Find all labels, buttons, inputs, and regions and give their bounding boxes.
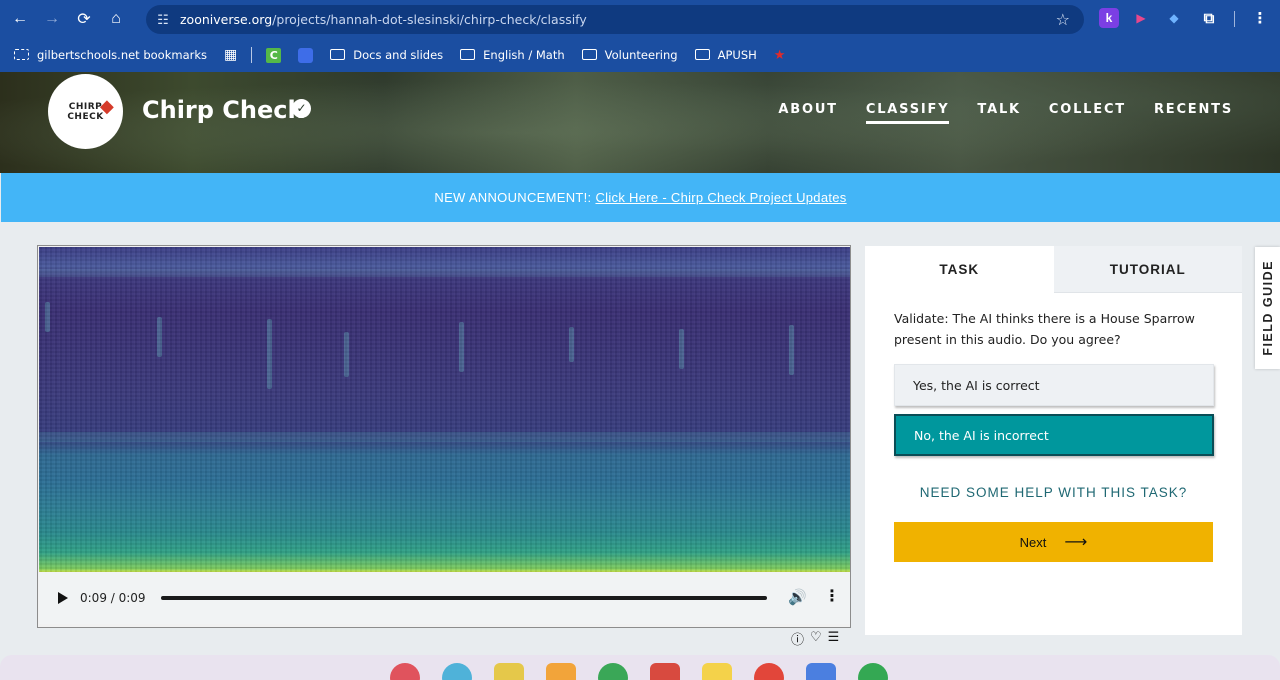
address-bar[interactable]: ☷ zooniverse.org/projects/hannah-dot-sle… <box>146 5 1084 34</box>
nav-collect[interactable]: COLLECT <box>1049 102 1126 124</box>
task-question: Validate: The AI thinks there is a House… <box>894 311 1195 347</box>
cardinal-bird-icon: ◆ <box>100 96 114 116</box>
extensions-puzzle-icon[interactable]: ⧉ <box>1199 8 1219 28</box>
forward-arrow-icon[interactable]: → <box>36 3 68 35</box>
toolbar-divider <box>1234 11 1235 27</box>
audio-menu-icon[interactable]: ⋮ <box>824 586 840 606</box>
url-host: zooniverse.org <box>180 12 273 27</box>
spectrogram-image <box>39 247 850 572</box>
tab-tutorial[interactable]: TUTORIAL <box>1053 246 1242 293</box>
bookmark-folder-apush[interactable]: APUSH <box>694 48 757 62</box>
verified-check-icon: ✓ <box>292 99 311 118</box>
next-button[interactable]: Next ⟶ <box>894 522 1213 562</box>
answer-yes-button[interactable]: Yes, the AI is correct <box>894 364 1214 406</box>
bookmark-canvas[interactable]: C <box>266 47 282 63</box>
kami-extension-icon[interactable]: k <box>1099 8 1119 28</box>
apps-grid-icon[interactable]: ▦ <box>224 47 237 63</box>
subject-actions: ⓘ ♡ ☰ <box>791 629 839 648</box>
announcement-banner: NEW ANNOUNCEMENT!: Click Here - Chirp Ch… <box>1 173 1280 222</box>
os-shelf <box>0 655 1280 680</box>
nav-about[interactable]: ABOUT <box>778 102 837 124</box>
audio-progress-track[interactable] <box>161 596 767 600</box>
logo-mark: CHIRP CHECK <box>67 102 103 122</box>
collections-list-icon[interactable]: ☰ <box>828 629 840 648</box>
bookmarks-bar: gilbertschools.net bookmarks ▦ C Docs an… <box>0 38 1280 72</box>
menu-kebab-icon[interactable]: ⋮ <box>1250 8 1270 28</box>
bookmark-managed-folder[interactable]: gilbertschools.net bookmarks <box>14 48 207 62</box>
gmail-icon[interactable] <box>650 663 680 680</box>
nav-recents[interactable]: RECENTS <box>1154 102 1233 124</box>
browser-toolbar: ← → ⟳ ⌂ ☷ zooniverse.org/projects/hannah… <box>0 0 1280 38</box>
app-icon[interactable] <box>494 663 524 680</box>
screencastify-extension-icon[interactable]: ▶ <box>1131 8 1151 28</box>
logo-text: CHIRP <box>68 101 103 112</box>
play-icon[interactable] <box>58 592 68 604</box>
announcement-link[interactable]: Click Here - Chirp Check Project Updates <box>595 190 846 205</box>
bookmark-folder-volunteering[interactable]: Volunteering <box>581 48 678 62</box>
url-text[interactable]: zooniverse.org/projects/hannah-dot-slesi… <box>180 12 587 27</box>
tab-task[interactable]: TASK <box>865 246 1054 293</box>
favorite-heart-icon[interactable]: ♡ <box>810 629 822 648</box>
folder-icon <box>460 48 476 62</box>
app-icon[interactable] <box>702 663 732 680</box>
app-icon[interactable] <box>546 663 576 680</box>
bookmark-label: Volunteering <box>604 48 678 62</box>
site-settings-icon[interactable]: ☷ <box>146 12 180 28</box>
help-link[interactable]: NEED SOME HELP WITH THIS TASK? <box>865 485 1242 500</box>
arrow-right-icon: ⟶ <box>1064 534 1088 551</box>
bookmark-star-icon[interactable]: ☆ <box>1056 10 1070 30</box>
project-logo[interactable]: CHIRP CHECK ◆ <box>48 74 123 149</box>
audio-time: 0:09 / 0:09 <box>80 591 146 605</box>
audio-player: 0:09 / 0:09 🔊 ⋮ <box>39 572 850 624</box>
project-nav: ABOUT CLASSIFY TALK COLLECT RECENTS <box>778 102 1233 124</box>
answer-no-button[interactable]: No, the AI is incorrect <box>894 414 1214 456</box>
subject-viewer: 0:09 / 0:09 🔊 ⋮ <box>37 245 851 628</box>
info-icon[interactable]: ⓘ <box>791 629 804 648</box>
bookmark-folder-english-math[interactable]: English / Math <box>460 48 565 62</box>
bookmark-site[interactable] <box>298 47 314 63</box>
nav-talk[interactable]: TALK <box>977 102 1020 124</box>
bookmark-label: English / Math <box>483 48 565 62</box>
site-icon <box>298 47 314 63</box>
spectrogram-texture <box>39 247 850 572</box>
logo-text: CHECK <box>67 111 104 122</box>
back-arrow-icon[interactable]: ← <box>4 3 36 35</box>
bookmark-label: gilbertschools.net bookmarks <box>37 48 208 62</box>
bookmark-separator <box>251 47 253 63</box>
canvas-icon: C <box>266 47 282 63</box>
bookmark-flag-icon[interactable]: ★ <box>774 48 786 63</box>
folder-icon <box>330 48 346 62</box>
bookmark-folder-docs[interactable]: Docs and slides <box>330 48 443 62</box>
field-guide-tab[interactable]: FIELD GUIDE <box>1255 247 1280 369</box>
announcement-prefix: NEW ANNOUNCEMENT!: <box>434 190 592 205</box>
home-icon[interactable]: ⌂ <box>100 3 132 35</box>
reload-icon[interactable]: ⟳ <box>68 3 100 35</box>
field-guide-label: FIELD GUIDE <box>1260 260 1275 356</box>
nav-classify[interactable]: CLASSIFY <box>865 102 950 124</box>
colorful-extension-icon[interactable]: ◆ <box>1164 8 1184 28</box>
project-header: CHIRP CHECK ◆ Chirp Check ✓ ABOUT CLASSI… <box>0 72 1280 173</box>
managed-folder-icon <box>14 48 30 62</box>
project-title[interactable]: Chirp Check <box>142 96 303 124</box>
task-tabs: TASK TUTORIAL <box>865 246 1242 293</box>
folder-icon <box>581 48 598 62</box>
folder-icon <box>694 48 711 62</box>
bookmark-label: APUSH <box>717 48 757 62</box>
volume-icon[interactable]: 🔊 <box>788 588 807 606</box>
docs-icon[interactable] <box>806 663 836 680</box>
bookmark-label: Docs and slides <box>353 48 444 62</box>
next-label: Next <box>1019 534 1047 550</box>
task-panel: TASK TUTORIAL Validate: The AI thinks th… <box>865 246 1242 635</box>
url-path: /projects/hannah-dot-slesinski/chirp-che… <box>272 12 587 27</box>
